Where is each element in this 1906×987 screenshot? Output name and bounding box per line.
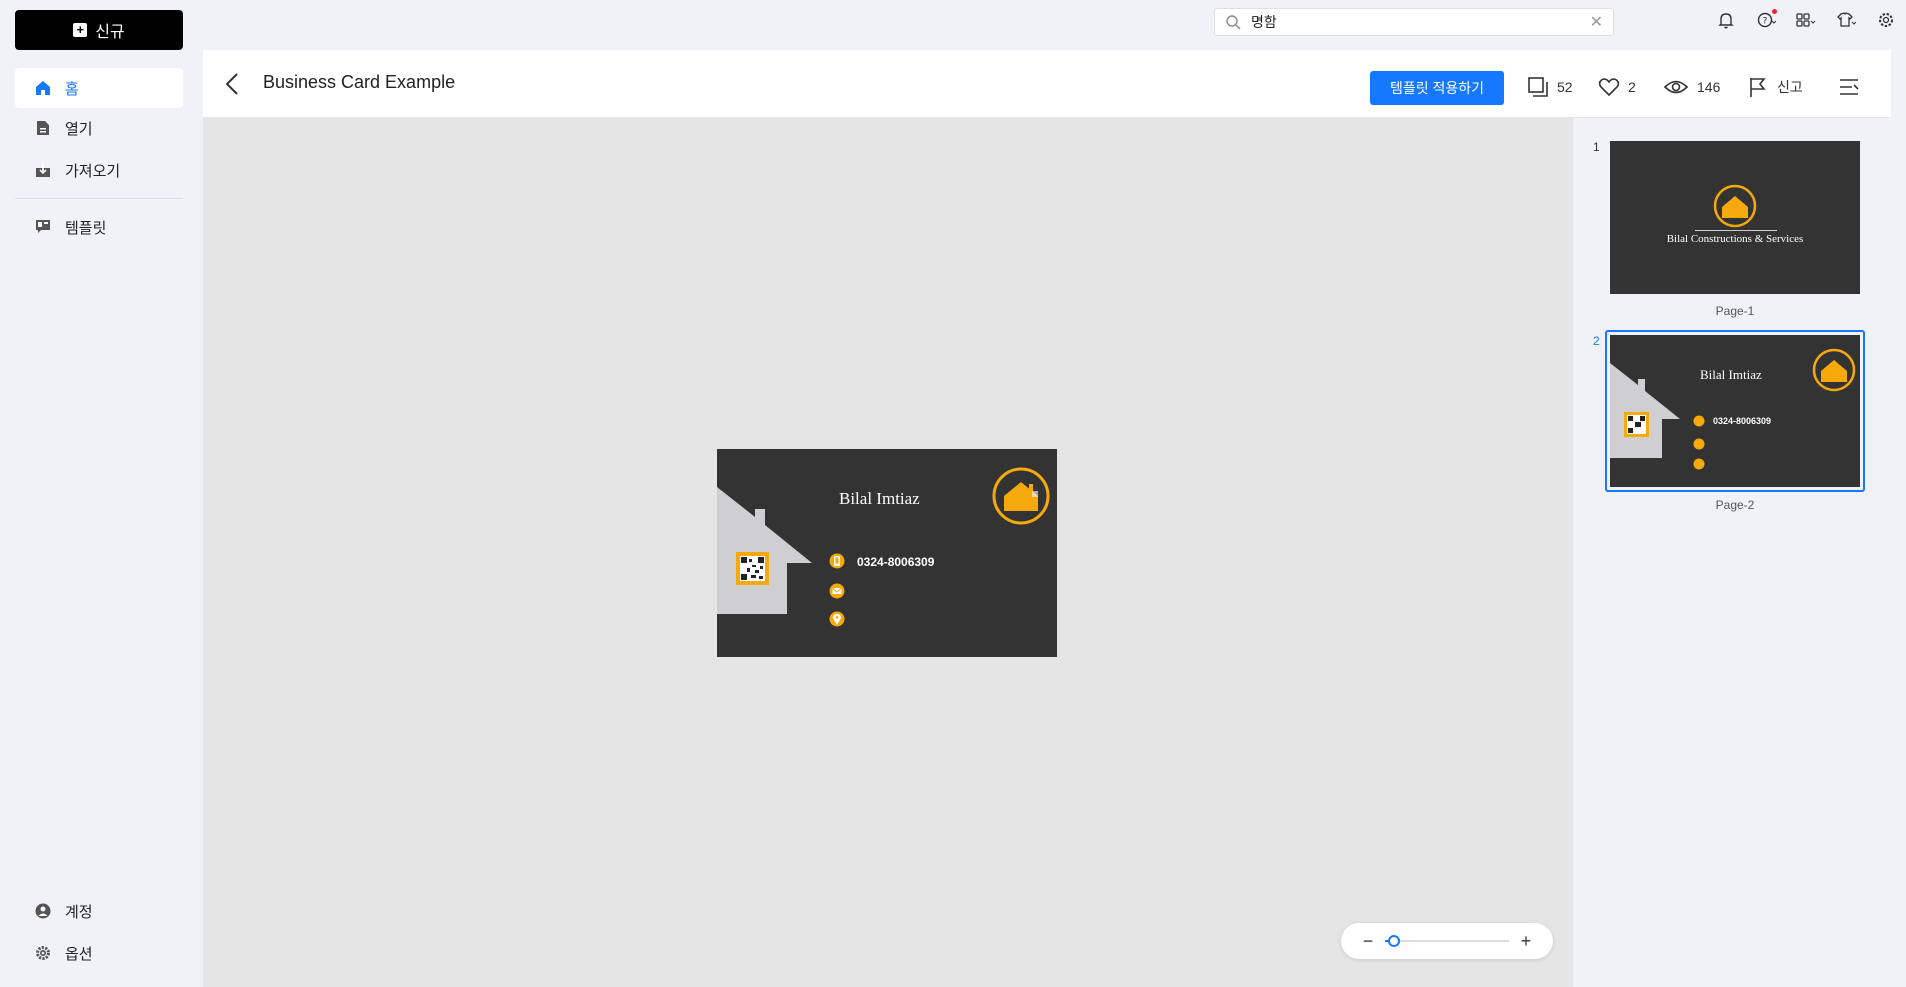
page-title: Business Card Example: [263, 72, 456, 92]
sidebar-item-label: 열기: [65, 120, 93, 138]
back-icon[interactable]: [221, 72, 245, 96]
page-number: 1: [1593, 140, 1600, 154]
pages-panel: 1 Bilal Constructions & Services Page-1 …: [1572, 118, 1891, 987]
sidebar-item-import[interactable]: 가져오기: [15, 150, 183, 190]
settings-icon: [36, 946, 50, 960]
sidebar: + 신규 홈 열기 가져오기 템플릿 계정 옵션: [0, 0, 200, 987]
notification-dot: [1772, 9, 1777, 14]
house-shape: [717, 487, 812, 614]
sidebar-item-account[interactable]: 계정: [15, 891, 183, 931]
search-icon: [1226, 15, 1241, 30]
template-icon: [36, 220, 50, 233]
thumb-name: Bilal Imtiaz: [1700, 367, 1762, 382]
zoom-in-icon[interactable]: +: [1519, 931, 1533, 952]
like-count-value: 2: [1628, 79, 1636, 95]
thumb-company-name: Bilal Constructions & Services: [1666, 233, 1804, 245]
new-button-label: 신규: [95, 24, 125, 41]
business-card-canvas[interactable]: Bilal Imtiaz 0324-8006309: [717, 449, 1057, 657]
new-button[interactable]: + 신규: [15, 10, 183, 50]
location-icon: [829, 611, 845, 627]
sidebar-divider: [15, 198, 183, 199]
bell-icon[interactable]: [1716, 10, 1736, 30]
phone-icon: [829, 553, 845, 569]
account-icon: [35, 903, 51, 919]
report-label: 신고: [1777, 79, 1803, 95]
gear-icon[interactable]: [1876, 10, 1896, 30]
zoom-control: − +: [1341, 923, 1553, 959]
view-count[interactable]: 146: [1663, 76, 1720, 98]
report-button[interactable]: 신고: [1747, 76, 1803, 98]
svg-text:?: ?: [1763, 17, 1768, 27]
qr-code: [740, 556, 765, 581]
flag-icon: [1750, 78, 1766, 97]
document-icon: [37, 121, 49, 135]
like-count[interactable]: 2: [1598, 76, 1636, 98]
editor-area: Business Card Example 템플릿 적용하기 52 2 146 …: [203, 50, 1891, 987]
sidebar-item-open[interactable]: 열기: [15, 108, 183, 148]
sidebar-item-label: 템플릿: [65, 219, 107, 237]
import-icon: [36, 163, 50, 177]
copy-icon: [1528, 77, 1548, 97]
search-bar[interactable]: 명함 ✕: [1214, 8, 1614, 36]
page-number: 2: [1593, 334, 1600, 348]
page-thumbnail-2[interactable]: Bilal Imtiaz 0324-8006309: [1610, 335, 1860, 487]
page-thumbnail-1[interactable]: Bilal Constructions & Services: [1610, 141, 1860, 294]
thumb-logo: [1695, 184, 1777, 231]
view-count-value: 146: [1697, 79, 1721, 95]
sidebar-item-label: 홈: [65, 80, 79, 98]
zoom-knob[interactable]: [1387, 935, 1400, 947]
eye-icon: [1663, 80, 1689, 94]
apps-icon[interactable]: [1796, 10, 1816, 30]
zoom-slider[interactable]: [1385, 935, 1509, 947]
sidebar-item-label: 계정: [65, 903, 93, 921]
zoom-out-icon[interactable]: −: [1361, 931, 1375, 952]
help-icon[interactable]: ?: [1756, 9, 1777, 30]
home-icon: [36, 81, 50, 95]
card-name: Bilal Imtiaz: [839, 489, 920, 508]
plus-icon: +: [73, 23, 88, 37]
header-bar: Business Card Example 템플릿 적용하기 52 2 146 …: [203, 50, 1891, 118]
shirt-icon[interactable]: [1836, 10, 1857, 30]
sidebar-item-home[interactable]: 홈: [15, 68, 183, 108]
top-toolbar: ?: [1716, 9, 1896, 30]
sidebar-item-label: 옵션: [65, 945, 93, 963]
sidebar-item-label: 가져오기: [65, 162, 121, 180]
copy-count-value: 52: [1557, 79, 1573, 95]
apply-template-button[interactable]: 템플릿 적용하기: [1370, 71, 1504, 105]
mail-icon: [829, 583, 845, 599]
page-label: Page-2: [1715, 498, 1755, 512]
card-phone: 0324-8006309: [857, 555, 935, 569]
copy-count[interactable]: 52: [1527, 76, 1573, 98]
thumb-phone: 0324-8006309: [1713, 416, 1772, 426]
clear-icon[interactable]: ✕: [1590, 12, 1603, 32]
sidebar-item-templates[interactable]: 템플릿: [15, 207, 183, 247]
page-label: Page-1: [1715, 304, 1755, 318]
logo-house-icon: [992, 467, 1050, 525]
thumb-card-graphics: [1610, 348, 1856, 470]
sidebar-item-options[interactable]: 옵션: [15, 933, 183, 973]
menu-icon[interactable]: [1838, 76, 1860, 98]
search-input[interactable]: 명함: [1251, 12, 1277, 32]
heart-icon: [1598, 78, 1620, 97]
card-graphics: [717, 467, 1050, 627]
